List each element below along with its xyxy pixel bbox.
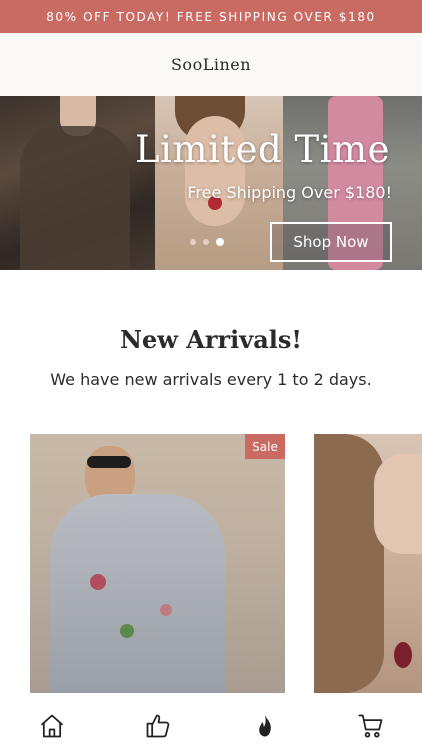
- shop-now-label: Shop Now: [293, 233, 369, 251]
- hero-image-velvet-blouse: [0, 96, 155, 270]
- site-header: SooLinen: [0, 33, 422, 96]
- carousel-dot[interactable]: [203, 239, 209, 245]
- hero-carousel[interactable]: Limited Time Free Shipping Over $180! Sh…: [0, 96, 422, 270]
- product-card[interactable]: Sale: [30, 434, 285, 693]
- product-image-hair: [314, 434, 384, 693]
- tab-home[interactable]: [37, 711, 67, 741]
- cart-icon: [358, 714, 383, 737]
- tab-recommended[interactable]: [143, 711, 173, 741]
- flame-icon: [258, 713, 271, 736]
- shop-now-button[interactable]: Shop Now: [270, 222, 392, 262]
- carousel-dot-active[interactable]: [216, 238, 224, 246]
- promo-banner: 80% OFF TODAY! FREE SHIPPING OVER $180: [0, 0, 422, 33]
- thumbs-up-icon: [146, 714, 170, 737]
- tab-hot[interactable]: [250, 711, 280, 741]
- sunglasses-graphic: [87, 456, 131, 468]
- section-title: New Arrivals!: [120, 325, 302, 354]
- hero-title: Limited Time: [134, 128, 390, 171]
- section-subtitle: We have new arrivals every 1 to 2 days.: [50, 370, 372, 389]
- brand-logo[interactable]: SooLinen: [171, 55, 251, 74]
- promo-text: 80% OFF TODAY! FREE SHIPPING OVER $180: [46, 9, 376, 24]
- product-image-dress: [50, 494, 225, 693]
- carousel-indicators: [190, 238, 224, 246]
- bottom-tab-bar: [0, 701, 422, 750]
- tab-cart[interactable]: [356, 711, 386, 741]
- home-icon: [40, 714, 64, 737]
- product-card[interactable]: [314, 434, 422, 693]
- hero-subtitle: Free Shipping Over $180!: [187, 183, 392, 202]
- carousel-dot[interactable]: [190, 239, 196, 245]
- sale-badge: Sale: [245, 434, 285, 459]
